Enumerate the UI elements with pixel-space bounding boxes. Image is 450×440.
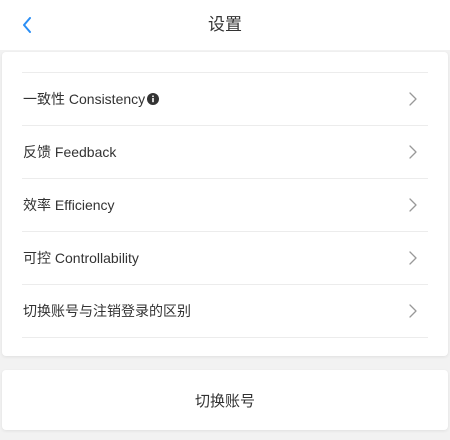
chevron-right-icon bbox=[409, 145, 417, 159]
settings-item-feedback[interactable]: 反馈 Feedback bbox=[22, 126, 428, 179]
info-icon[interactable] bbox=[147, 93, 160, 105]
chevron-right-icon bbox=[409, 92, 417, 106]
chevron-right-icon bbox=[409, 198, 417, 212]
settings-item-label: 反馈 Feedback bbox=[23, 144, 117, 160]
settings-card: 一致性 Consistency 反馈 Feedback 效率 Efficienc… bbox=[2, 52, 448, 356]
settings-item-label: 切换账号与注销登录的区别 bbox=[23, 303, 191, 319]
settings-item-label: 一致性 Consistency bbox=[22, 89, 160, 109]
settings-item-account-diff[interactable]: 切换账号与注销登录的区别 bbox=[22, 285, 428, 338]
settings-item-label: 可控 Controllability bbox=[23, 250, 139, 266]
chevron-right-icon bbox=[409, 304, 417, 318]
switch-account-button[interactable]: 切换账号 bbox=[2, 370, 448, 430]
settings-item-controllability[interactable]: 可控 Controllability bbox=[22, 232, 428, 285]
settings-list: 一致性 Consistency 反馈 Feedback 效率 Efficienc… bbox=[22, 72, 428, 338]
settings-item-consistency[interactable]: 一致性 Consistency bbox=[22, 73, 428, 126]
switch-account-label: 切换账号 bbox=[194, 392, 255, 410]
chevron-right-icon bbox=[409, 251, 417, 265]
top-nav-bar: 设置 bbox=[0, 0, 450, 50]
page-title: 设置 bbox=[208, 15, 242, 34]
settings-item-label: 效率 Efficiency bbox=[23, 197, 115, 213]
settings-item-efficiency[interactable]: 效率 Efficiency bbox=[22, 179, 428, 232]
